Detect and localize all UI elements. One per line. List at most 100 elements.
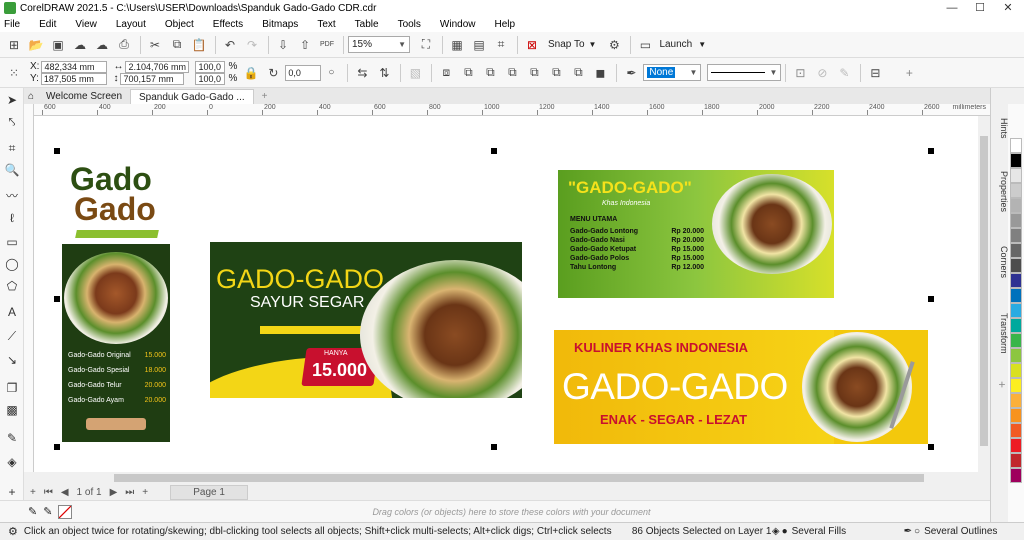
full-screen-preview-icon[interactable]: ▦ (447, 36, 467, 54)
new-document-icon[interactable]: ⊞ (4, 36, 24, 54)
menu-effects[interactable]: Effects (213, 19, 243, 30)
no-color-swatch[interactable] (58, 504, 73, 519)
height-field[interactable]: 700,157 mm (120, 72, 185, 85)
connector-tool-icon[interactable]: ↘ (2, 350, 22, 370)
prev-page-icon[interactable]: ◀ (61, 487, 69, 498)
pick-mode-icon[interactable]: ▧ (405, 64, 425, 82)
weld-icon[interactable]: ⧉ (458, 64, 478, 82)
color-swatch[interactable] (1010, 168, 1022, 183)
selection-handle[interactable] (54, 296, 60, 302)
save-icon[interactable]: ▣ (48, 36, 68, 54)
x-position-field[interactable]: 482,334 mm (41, 60, 108, 73)
selection-handle[interactable] (928, 444, 934, 450)
wrap-text-icon[interactable]: ⊡ (790, 64, 810, 82)
color-swatch[interactable] (1010, 468, 1022, 483)
show-rulers-icon[interactable]: ▤ (469, 36, 489, 54)
export-icon[interactable]: ⇧ (295, 36, 315, 54)
last-page-icon[interactable]: ⏭ (125, 487, 134, 498)
minimize-button[interactable]: — (938, 0, 966, 16)
reference-point-icon[interactable]: ⁙ (4, 64, 24, 82)
copy-icon[interactable]: ⧉ (167, 36, 187, 54)
selection-handle[interactable] (491, 148, 497, 154)
add-page-end-icon[interactable]: + (142, 487, 148, 498)
scale-y-field[interactable]: 100,0 (195, 72, 226, 85)
parallel-dimension-tool-icon[interactable]: ⟋ (2, 326, 22, 346)
new-tab-button[interactable]: + (254, 89, 276, 104)
zoom-to-page-icon[interactable]: ⛶ (416, 36, 436, 54)
launch-icon[interactable]: ▭ (635, 36, 655, 54)
create-boundary-icon[interactable]: ◼ (590, 64, 610, 82)
pick-tool-icon[interactable]: ➤ (2, 90, 22, 110)
menu-layout[interactable]: Layout (116, 19, 146, 30)
scale-x-field[interactable]: 100,0 (195, 60, 226, 73)
color-swatch[interactable] (1010, 228, 1022, 243)
artistic-media-tool-icon[interactable]: ℓ (2, 208, 22, 228)
horizontal-scrollbar[interactable] (34, 472, 990, 484)
menu-window[interactable]: Window (440, 19, 476, 30)
first-page-icon[interactable]: ⏮ (44, 487, 53, 498)
horizontal-ruler[interactable]: millimeters 600 400 200 0 200 400 600 800 1000 12… (34, 104, 990, 116)
combine-icon[interactable]: ⧈ (436, 64, 456, 82)
freehand-tool-icon[interactable]: 〰 (2, 186, 22, 206)
cloud-upload-icon[interactable]: ☁ (70, 36, 90, 54)
color-swatch[interactable] (1010, 183, 1022, 198)
menu-bitmaps[interactable]: Bitmaps (262, 19, 298, 30)
tab-properties[interactable]: Properties (991, 162, 1009, 222)
text-tool-icon[interactable]: A (2, 302, 22, 322)
drawing-canvas[interactable]: Gado Gado Gado-Gado Original 15.000 Gado-… (34, 116, 990, 472)
color-swatch[interactable] (1010, 303, 1022, 318)
banner-menu-utama[interactable]: "GADO-GADO" Khas Indonesia MENU UTAMA Ga… (558, 170, 834, 298)
snap-off-icon[interactable]: ⊠ (522, 36, 542, 54)
color-swatch[interactable] (1010, 213, 1022, 228)
zoom-tool-icon[interactable]: 🔍 (2, 160, 22, 180)
close-button[interactable]: ✕ (994, 0, 1022, 16)
front-minus-back-icon[interactable]: ⧉ (546, 64, 566, 82)
selection-handle[interactable] (54, 444, 60, 450)
banner-vertical-menu[interactable]: Gado Gado Gado-Gado Original 15.000 Gado-… (62, 160, 170, 442)
eyedropper-tool-icon[interactable]: ✎ (2, 428, 22, 448)
show-grid-icon[interactable]: ⌗ (491, 36, 511, 54)
trim-icon[interactable]: ⧉ (480, 64, 500, 82)
print-icon[interactable]: ⎙ (114, 36, 134, 54)
color-swatch[interactable] (1010, 393, 1022, 408)
color-swatch[interactable] (1010, 138, 1022, 153)
vertical-scrollbar[interactable] (978, 116, 990, 472)
simplify-icon[interactable]: ⧉ (524, 64, 544, 82)
menu-view[interactable]: View (75, 19, 97, 30)
selection-handle[interactable] (54, 148, 60, 154)
color-swatch[interactable] (1010, 438, 1022, 453)
cloud-download-icon[interactable]: ☁ (92, 36, 112, 54)
maximize-button[interactable]: ☐ (966, 0, 994, 16)
undo-icon[interactable]: ↶ (220, 36, 240, 54)
menu-object[interactable]: Object (165, 19, 194, 30)
color-swatch[interactable] (1010, 348, 1022, 363)
color-swatch[interactable] (1010, 153, 1022, 168)
polygon-tool-icon[interactable]: ⬠ (2, 276, 22, 296)
vertical-ruler[interactable] (24, 104, 34, 472)
paste-icon[interactable]: 📋 (189, 36, 209, 54)
add-icon[interactable]: + (899, 64, 919, 82)
color-swatch[interactable] (1010, 288, 1022, 303)
snap-to-button[interactable]: Snap To (548, 39, 585, 50)
color-swatch[interactable] (1010, 423, 1022, 438)
color-swatch[interactable] (1010, 378, 1022, 393)
quick-customize-icon[interactable]: ✎ (834, 64, 854, 82)
menu-file[interactable]: File (4, 19, 20, 30)
color-swatch[interactable] (1010, 273, 1022, 288)
gear-icon[interactable]: ⚙ (8, 525, 18, 538)
options-gear-icon[interactable]: ⚙ (604, 36, 624, 54)
add-tool-icon[interactable]: + (2, 482, 22, 502)
color-swatch[interactable] (1010, 198, 1022, 213)
selection-handle[interactable] (928, 296, 934, 302)
scrollbar-thumb[interactable] (980, 136, 988, 446)
tab-page-1[interactable]: Page 1 (170, 484, 249, 500)
zoom-level-select[interactable]: 15% ▼ (348, 36, 410, 53)
width-field[interactable]: 2.104,706 mm (125, 60, 190, 73)
cut-icon[interactable]: ✂ (145, 36, 165, 54)
color-swatch[interactable] (1010, 243, 1022, 258)
interactive-fill-tool-icon[interactable]: ◈ (2, 452, 22, 472)
tab-transform[interactable]: Transform (991, 304, 1009, 362)
home-icon[interactable]: ⌂ (24, 89, 38, 104)
tab-document[interactable]: Spanduk Gado-Gado ... (130, 89, 254, 104)
tab-welcome-screen[interactable]: Welcome Screen (38, 89, 130, 104)
